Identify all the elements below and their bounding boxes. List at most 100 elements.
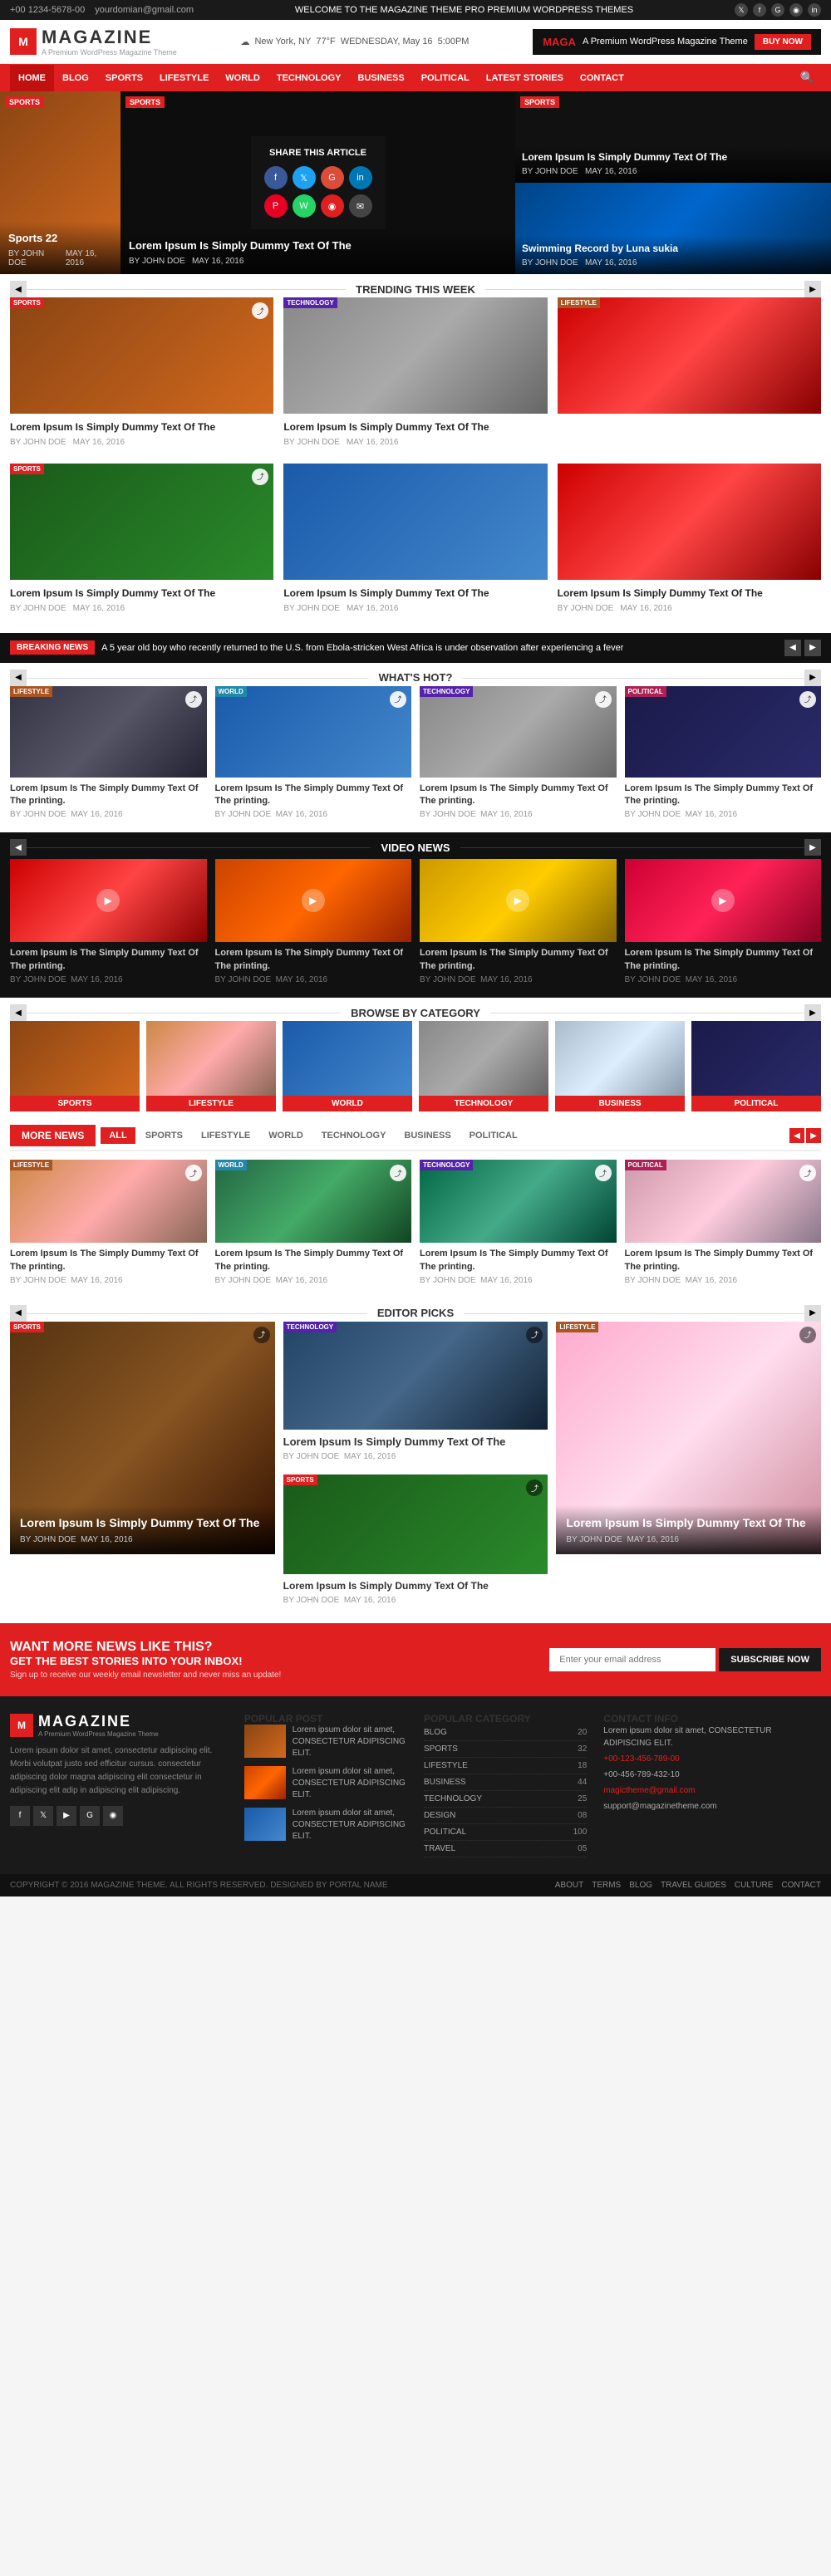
editor-center-top-date: MAY 16, 2016: [344, 1452, 396, 1461]
share-rss[interactable]: ◉: [321, 194, 344, 218]
hero-right-top-date: MAY 16, 2016: [585, 167, 637, 176]
more-prev[interactable]: ◀: [789, 1128, 804, 1143]
tab-technology[interactable]: TECHNOLOGY: [313, 1127, 395, 1144]
browse-item-tech[interactable]: TECHNOLOGY: [419, 1021, 548, 1111]
tab-lifestyle[interactable]: LIFESTYLE: [193, 1127, 258, 1144]
browse-item-business[interactable]: BUSINESS: [555, 1021, 685, 1111]
hot-prev[interactable]: ◀: [10, 670, 27, 686]
hot-share-2[interactable]: ⤴: [390, 691, 406, 708]
editor-right-title: Lorem Ipsum Is Simply Dummy Text Of The: [566, 1515, 811, 1532]
more-date-2: MAY 16, 2016: [276, 1276, 327, 1285]
footer-yt-icon[interactable]: ▶: [57, 1806, 76, 1826]
editor-right-share[interactable]: ⤴: [799, 1327, 816, 1343]
play-btn-3[interactable]: ▶: [506, 889, 529, 912]
editor-title: EDITOR PICKS: [367, 1307, 464, 1319]
footer-link-travel[interactable]: TRAVEL GUIDES: [661, 1881, 726, 1890]
tab-all[interactable]: ALL: [101, 1127, 135, 1144]
share-whatsapp[interactable]: W: [293, 194, 316, 218]
linkedin-icon[interactable]: in: [808, 3, 821, 17]
play-btn-1[interactable]: ▶: [96, 889, 120, 912]
more-title-1: Lorem Ipsum Is The Simply Dummy Text Of …: [10, 1248, 207, 1273]
nav-technology[interactable]: TECHNOLOGY: [268, 65, 350, 91]
footer-gp-icon[interactable]: G: [80, 1806, 100, 1826]
share-facebook[interactable]: f: [264, 166, 288, 189]
tab-sports[interactable]: SPORTS: [137, 1127, 191, 1144]
nav-lifestyle[interactable]: LIFESTYLE: [151, 65, 217, 91]
more-next[interactable]: ▶: [806, 1128, 821, 1143]
more-share-3[interactable]: ⤴: [595, 1165, 612, 1181]
editor-center-bottom-share[interactable]: ⤴: [526, 1479, 543, 1496]
twitter-icon[interactable]: 𝕏: [735, 3, 748, 17]
hot-next[interactable]: ▶: [804, 670, 821, 686]
editor-prev[interactable]: ◀: [10, 1305, 27, 1322]
hot-share-3[interactable]: ⤴: [595, 691, 612, 708]
newsletter-subscribe-button[interactable]: SUBSCRIBE NOW: [719, 1648, 821, 1671]
video-date-3: MAY 16, 2016: [480, 975, 532, 984]
footer-rss-icon[interactable]: ◉: [103, 1806, 123, 1826]
footer-cat-tech-count: 25: [578, 1794, 587, 1803]
search-icon[interactable]: 🔍: [794, 64, 821, 91]
nav-sports[interactable]: SPORTS: [97, 65, 151, 91]
play-btn-4[interactable]: ▶: [711, 889, 735, 912]
more-news-title: MORE NEWS: [10, 1125, 96, 1146]
nav-political[interactable]: POLITICAL: [413, 65, 478, 91]
phone: +00 1234-5678-00: [10, 5, 85, 15]
browse-section: ◀ BROWSE BY CATEGORY ▶ SPORTS LIFESTYLE …: [0, 998, 831, 1125]
trending-prev[interactable]: ◀: [10, 281, 27, 297]
newsletter-email-input[interactable]: [549, 1648, 715, 1671]
nav-blog[interactable]: BLOG: [54, 65, 97, 91]
editor-next[interactable]: ▶: [804, 1305, 821, 1322]
share-google[interactable]: G: [321, 166, 344, 189]
trending-share-4[interactable]: ⤴: [252, 469, 268, 485]
facebook-icon[interactable]: f: [753, 3, 766, 17]
logo[interactable]: M MAGAZINE A Premium WordPress Magazine …: [10, 27, 177, 56]
footer-link-terms[interactable]: TERMS: [592, 1881, 621, 1890]
editor-left-share[interactable]: ⤴: [253, 1327, 270, 1343]
google-icon[interactable]: G: [771, 3, 784, 17]
browse-item-world[interactable]: WORLD: [283, 1021, 412, 1111]
footer-cat-blog: BLOG 20: [424, 1725, 587, 1741]
tab-political[interactable]: POLITICAL: [461, 1127, 526, 1144]
footer-link-contact[interactable]: CONTACT: [781, 1881, 821, 1890]
more-share-1[interactable]: ⤴: [185, 1165, 202, 1181]
browse-prev[interactable]: ◀: [10, 1004, 27, 1021]
breaking-prev[interactable]: ◀: [784, 640, 801, 656]
share-linkedin[interactable]: in: [349, 166, 372, 189]
trending-next[interactable]: ▶: [804, 281, 821, 297]
nav-world[interactable]: WORLD: [217, 65, 268, 91]
tab-business[interactable]: BUSINESS: [396, 1127, 459, 1144]
footer-link-about[interactable]: ABOUT: [555, 1881, 583, 1890]
browse-next[interactable]: ▶: [804, 1004, 821, 1021]
hot-share-4[interactable]: ⤴: [799, 691, 816, 708]
hot-share-1[interactable]: ⤴: [185, 691, 202, 708]
browse-item-political[interactable]: POLITICAL: [691, 1021, 821, 1111]
footer-link-culture[interactable]: CULTURE: [735, 1881, 773, 1890]
footer-cat-blog-count: 20: [578, 1728, 587, 1737]
editor-center-top-share[interactable]: ⤴: [526, 1327, 543, 1343]
video-prev[interactable]: ◀: [10, 839, 27, 856]
footer-post-img-3: [244, 1808, 286, 1841]
share-email[interactable]: ✉: [349, 194, 372, 218]
tab-world[interactable]: WORLD: [260, 1127, 312, 1144]
footer-contact-email2: support@magazinetheme.com: [603, 1800, 821, 1813]
hero-left-date: MAY 16, 2016: [66, 249, 112, 267]
nav-business[interactable]: BUSINESS: [349, 65, 412, 91]
footer-logo-text-block: MAGAZINE A Premium WordPress Magazine Th…: [38, 1713, 159, 1738]
share-pinterest[interactable]: P: [264, 194, 288, 218]
nav-contact[interactable]: CONTACT: [572, 65, 632, 91]
video-next[interactable]: ▶: [804, 839, 821, 856]
play-btn-2[interactable]: ▶: [302, 889, 325, 912]
footer-tw-icon[interactable]: 𝕏: [33, 1806, 53, 1826]
footer-grid: M MAGAZINE A Premium WordPress Magazine …: [10, 1713, 821, 1857]
hero-center-badge: SPORTS: [125, 96, 165, 108]
share-twitter[interactable]: 𝕏: [293, 166, 316, 189]
browse-item-sports[interactable]: SPORTS: [10, 1021, 140, 1111]
footer-fb-icon[interactable]: f: [10, 1806, 30, 1826]
rss-icon[interactable]: ◉: [789, 3, 803, 17]
buy-now-button[interactable]: BUY NOW: [755, 34, 811, 50]
breaking-next[interactable]: ▶: [804, 640, 821, 656]
nav-latest-stories[interactable]: LATEST STORIES: [478, 65, 572, 91]
nav-home[interactable]: HOME: [10, 65, 54, 91]
browse-item-lifestyle[interactable]: LIFESTYLE: [146, 1021, 276, 1111]
footer-link-blog[interactable]: BLOG: [629, 1881, 652, 1890]
